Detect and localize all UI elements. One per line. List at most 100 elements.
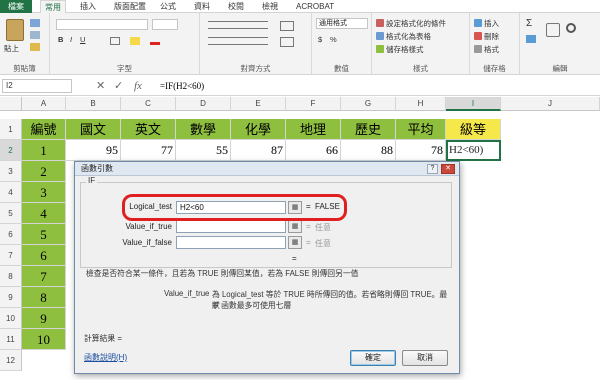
ok-button[interactable]: 確定	[350, 350, 396, 366]
row-header-4[interactable]: 4	[0, 182, 22, 203]
column-header-a[interactable]: A	[22, 97, 66, 111]
format-painter-icon[interactable]	[30, 43, 40, 51]
tab-insert[interactable]: 插入	[76, 0, 100, 13]
column-header-b[interactable]: B	[66, 97, 121, 111]
italic-icon[interactable]: I	[70, 35, 72, 44]
column-header-e[interactable]: E	[231, 97, 286, 111]
score-cell[interactable]: 88	[341, 140, 396, 161]
collapse-dialog-icon[interactable]: ▦	[288, 236, 302, 249]
row-header-6[interactable]: 6	[0, 224, 22, 245]
id-cell[interactable]: 8	[22, 287, 66, 308]
tab-file[interactable]: 檔案	[0, 0, 32, 13]
paste-icon[interactable]	[6, 19, 24, 41]
column-header-d[interactable]: D	[176, 97, 231, 111]
formula-input[interactable]: =IF(H2<60)	[160, 79, 590, 93]
id-cell[interactable]: 2	[22, 161, 66, 182]
row-header-2[interactable]: 2	[0, 140, 22, 161]
header-cell-math[interactable]: 數學	[176, 119, 231, 140]
row-header-3[interactable]: 3	[0, 161, 22, 182]
dialog-titlebar[interactable]: 函數引數 ? ✕	[75, 162, 459, 176]
tab-home[interactable]: 常用	[40, 0, 66, 13]
merge-center-icon[interactable]	[280, 37, 294, 47]
fill-icon[interactable]	[526, 35, 536, 43]
row-header-10[interactable]: 10	[0, 308, 22, 329]
number-format-select[interactable]: 通用格式	[316, 18, 368, 29]
collapse-dialog-icon[interactable]: ▦	[288, 220, 302, 233]
vertical-align-icons[interactable]	[208, 21, 268, 29]
row-header-8[interactable]: 8	[0, 266, 22, 287]
font-size-select[interactable]	[152, 19, 178, 30]
find-select-icon[interactable]	[566, 23, 576, 33]
percent-icon[interactable]: %	[330, 35, 337, 44]
column-header-j[interactable]: J	[501, 97, 600, 111]
help-icon[interactable]: ?	[427, 164, 438, 174]
column-header-g[interactable]: G	[341, 97, 396, 111]
wrap-text-icon[interactable]	[280, 21, 294, 31]
row-header-9[interactable]: 9	[0, 287, 22, 308]
tab-review[interactable]: 校閱	[224, 0, 248, 13]
name-box[interactable]: I2	[2, 79, 72, 93]
insert-cells-button[interactable]: 插入	[474, 18, 499, 29]
row-header-7[interactable]: 7	[0, 245, 22, 266]
delete-cells-button[interactable]: 刪除	[474, 31, 499, 42]
id-cell[interactable]: 3	[22, 182, 66, 203]
header-cell-average[interactable]: 平均	[396, 119, 446, 140]
tab-formulas[interactable]: 公式	[156, 0, 180, 13]
header-cell-id[interactable]: 編號	[22, 119, 66, 140]
font-color-icon[interactable]	[150, 37, 160, 45]
cell-styles-button[interactable]: 儲存格樣式	[376, 44, 424, 55]
header-cell-chemistry[interactable]: 化學	[231, 119, 286, 140]
average-cell[interactable]: 78	[396, 140, 446, 161]
column-header-h[interactable]: H	[396, 97, 446, 111]
row-header-11[interactable]: 11	[0, 329, 22, 350]
format-cells-button[interactable]: 格式	[474, 44, 499, 55]
header-cell-chinese[interactable]: 國文	[66, 119, 121, 140]
copy-icon[interactable]	[30, 31, 40, 39]
close-icon[interactable]: ✕	[441, 164, 455, 174]
id-cell[interactable]: 7	[22, 266, 66, 287]
id-cell[interactable]: 5	[22, 224, 66, 245]
id-cell[interactable]: 1	[22, 140, 66, 161]
conditional-formatting-button[interactable]: 設定格式化的條件	[376, 18, 446, 29]
header-cell-history[interactable]: 歷史	[341, 119, 396, 140]
score-cell[interactable]: 95	[66, 140, 121, 161]
active-cell-i2[interactable]: H2<60)	[446, 140, 501, 161]
score-cell[interactable]: 55	[176, 140, 231, 161]
row-header-1[interactable]: 1	[0, 119, 22, 140]
insert-function-icon[interactable]: fx	[134, 79, 142, 93]
tab-data[interactable]: 資料	[190, 0, 214, 13]
border-icon[interactable]	[110, 37, 120, 45]
fill-color-icon[interactable]	[130, 37, 140, 45]
tab-page-layout[interactable]: 版面配置	[110, 0, 150, 13]
id-cell[interactable]: 4	[22, 203, 66, 224]
cut-icon[interactable]	[30, 19, 40, 27]
sort-filter-icon[interactable]	[546, 23, 560, 37]
tab-acrobat[interactable]: ACROBAT	[292, 0, 338, 13]
currency-icon[interactable]: $	[318, 35, 322, 44]
id-cell[interactable]: 10	[22, 329, 66, 350]
id-cell[interactable]: 6	[22, 245, 66, 266]
row-header-12[interactable]: 12	[0, 350, 22, 371]
score-cell[interactable]: 87	[231, 140, 286, 161]
font-name-select[interactable]	[56, 19, 148, 30]
score-cell[interactable]: 66	[286, 140, 341, 161]
value-if-true-input[interactable]	[176, 220, 286, 233]
bold-icon[interactable]: B	[58, 35, 63, 44]
column-header-i[interactable]: I	[446, 97, 501, 111]
column-header-c[interactable]: C	[121, 97, 176, 111]
score-cell[interactable]: 77	[121, 140, 176, 161]
format-as-table-button[interactable]: 格式化為表格	[376, 31, 431, 42]
value-if-false-input[interactable]	[176, 236, 286, 249]
cancel-icon[interactable]: ✕	[96, 79, 105, 93]
tab-view[interactable]: 檢視	[258, 0, 282, 13]
autosum-icon[interactable]: Σ	[526, 18, 532, 29]
id-cell[interactable]: 9	[22, 308, 66, 329]
header-cell-grade[interactable]: 級等	[446, 119, 501, 140]
function-help-link[interactable]: 函數說明(H)	[84, 352, 127, 363]
paste-button-label[interactable]: 貼上	[4, 43, 19, 54]
select-all-corner[interactable]	[0, 97, 22, 111]
cancel-button[interactable]: 取消	[402, 350, 448, 366]
row-header-5[interactable]: 5	[0, 203, 22, 224]
enter-icon[interactable]: ✓	[114, 79, 123, 93]
horizontal-align-icons[interactable]	[208, 37, 268, 45]
